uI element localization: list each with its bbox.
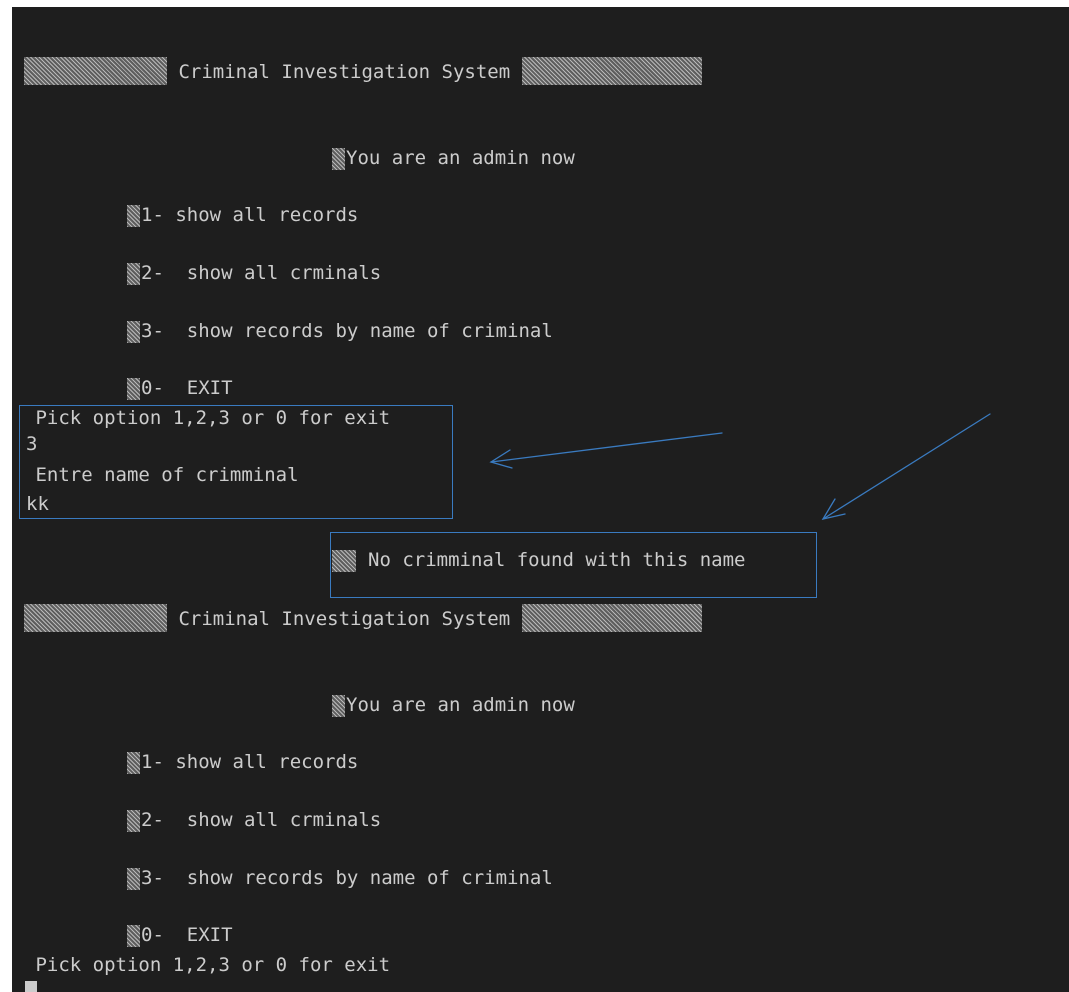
shade-block-icon [332, 694, 345, 717]
menu-item-3-label: 3- show records by name of criminal [141, 867, 553, 889]
shade-block-icon [521, 604, 702, 632]
status-text: You are an admin now [346, 147, 575, 169]
annotation-box-input [19, 405, 453, 519]
menu-item-1-label: 1- show all records [141, 751, 359, 773]
menu-item-1: 1- show all records [127, 750, 358, 774]
title-line-1: Criminal Investigation System [24, 57, 702, 85]
annotation-box-message [330, 532, 817, 598]
menu-item-2-label: 2- show all crminals [141, 262, 382, 284]
shade-block-icon [127, 867, 140, 890]
shade-block-icon [332, 147, 345, 170]
shade-block-icon [24, 57, 167, 85]
menu-item-0-label: 0- EXIT [141, 924, 233, 946]
menu-item-3-label: 3- show records by name of criminal [141, 320, 553, 342]
shade-block-icon [521, 57, 702, 85]
shade-block-icon [127, 924, 140, 947]
title-line-2: Criminal Investigation System [24, 604, 702, 632]
shade-block-icon [127, 320, 140, 343]
status-text: You are an admin now [346, 694, 575, 716]
menu-item-3: 3- show records by name of criminal [127, 319, 553, 343]
status-line-2: You are an admin now [332, 693, 575, 717]
status-line-1: You are an admin now [332, 146, 575, 170]
app-title: Criminal Investigation System [178, 608, 511, 630]
menu-item-1-label: 1- show all records [141, 204, 359, 226]
menu-item-2-label: 2- show all crminals [141, 809, 382, 831]
menu-item-1: 1- show all records [127, 203, 358, 227]
text-cursor[interactable] [25, 981, 37, 992]
shade-block-icon [24, 604, 167, 632]
menu-item-2: 2- show all crminals [127, 808, 381, 832]
menu-item-3: 3- show records by name of criminal [127, 866, 553, 890]
pick-option-prompt: Pick option 1,2,3 or 0 for exit [24, 954, 391, 976]
menu-item-0: 0- EXIT [127, 376, 233, 400]
menu-item-2: 2- show all crminals [127, 261, 381, 285]
shade-block-icon [127, 809, 140, 832]
shade-block-icon [127, 262, 140, 285]
app-title: Criminal Investigation System [178, 61, 511, 83]
shade-block-icon [127, 751, 140, 774]
shade-block-icon [127, 377, 140, 400]
menu-item-0: 0- EXIT [127, 923, 233, 947]
menu-item-0-label: 0- EXIT [141, 377, 233, 399]
shade-block-icon [127, 204, 140, 227]
